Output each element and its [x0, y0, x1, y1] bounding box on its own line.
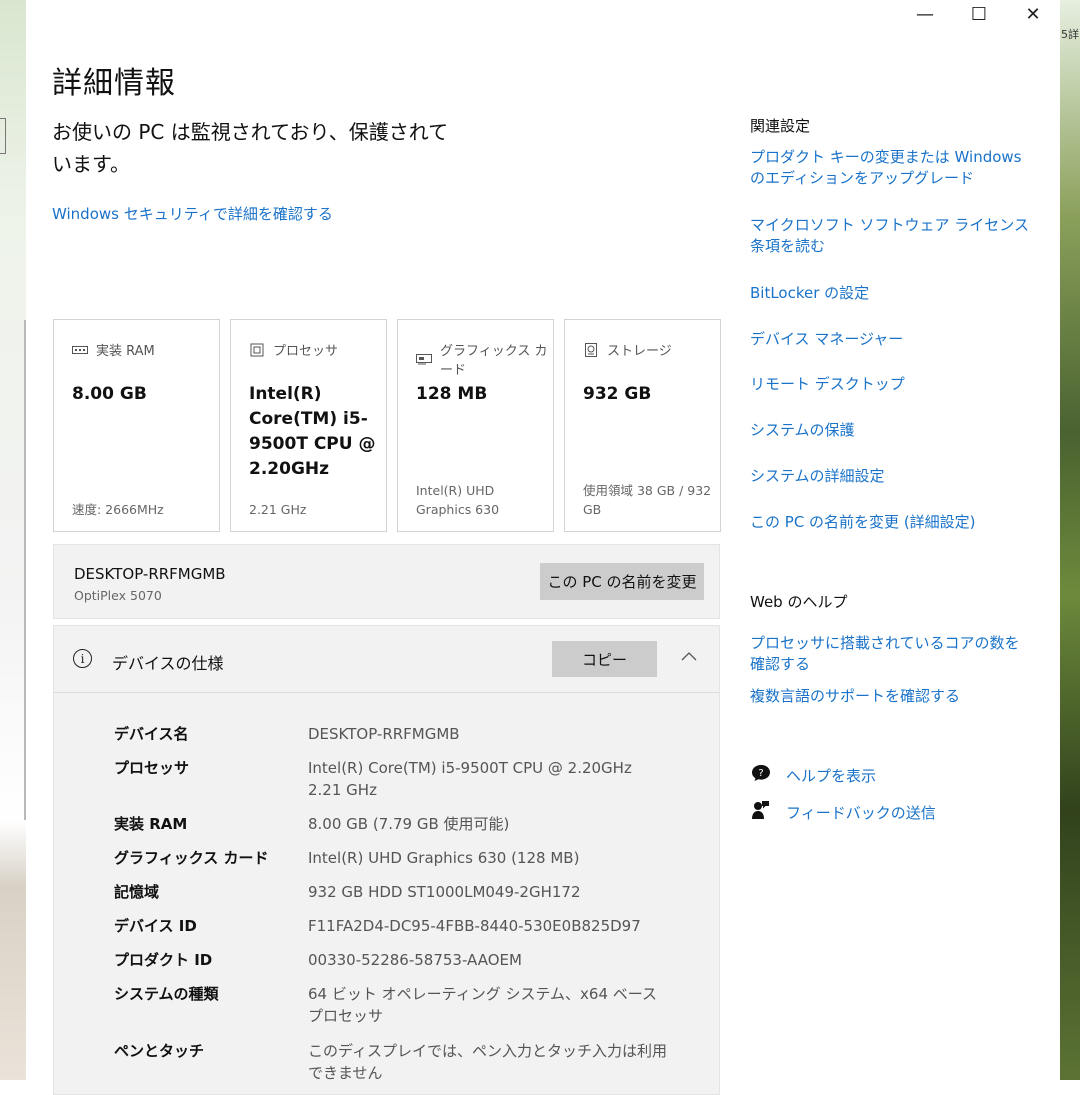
- card-label: ストレージ: [607, 344, 672, 359]
- card-label: 実装 RAM: [96, 344, 155, 359]
- card-value: Intel(R) Core(TM) i5-9500T CPU @ 2.20GHz: [249, 384, 376, 479]
- spec-label: プロダクト ID: [114, 951, 213, 969]
- settings-window: — ☐ ✕ 詳細情報 お使いの PC は監視されており、保護されています。 Wi…: [26, 0, 1060, 1095]
- help-chat-icon: ?: [750, 764, 772, 786]
- memory-icon: [72, 344, 88, 356]
- info-icon: i: [73, 649, 92, 668]
- maximize-button[interactable]: ☐: [952, 0, 1006, 28]
- spec-label: デバイス名: [114, 725, 189, 743]
- bitlocker-link[interactable]: BitLocker の設定: [750, 283, 1030, 304]
- pc-model: OptiPlex 5070: [74, 588, 162, 603]
- chevron-up-icon[interactable]: [681, 646, 697, 665]
- spec-label: デバイス ID: [114, 917, 197, 935]
- spec-value: Intel(R) Core(TM) i5-9500T CPU @ 2.20GHz…: [308, 759, 632, 799]
- minimize-button[interactable]: —: [898, 0, 952, 28]
- spec-cards: 実装 RAM 8.00 GB 速度: 2666MHz プロセッサ Intel(R…: [53, 319, 721, 532]
- close-button[interactable]: ✕: [1006, 0, 1060, 28]
- get-help-link[interactable]: ヘルプを表示: [786, 765, 876, 786]
- device-specs-panel: i デバイスの仕様 コピー デバイス名 DESKTOP-RRFMGMB プロセッ…: [53, 625, 720, 1095]
- spec-value: DESKTOP-RRFMGMB: [308, 725, 460, 743]
- spec-label: 実装 RAM: [114, 815, 188, 833]
- feedback-row[interactable]: フィードバックの送信: [750, 800, 936, 824]
- card-sub: 使用領域 38 GB / 932 GB: [583, 483, 712, 517]
- device-specs-header[interactable]: i デバイスの仕様 コピー: [54, 626, 719, 693]
- graphics-card: グラフィックス カード 128 MB Intel(R) UHD Graphics…: [397, 319, 554, 532]
- rename-pc-advanced-link[interactable]: この PC の名前を変更 (詳細設定): [750, 512, 1030, 533]
- card-sub: 2.21 GHz: [249, 502, 307, 517]
- spec-label: ペンとタッチ: [114, 1042, 205, 1060]
- protection-status: お使いの PC は監視されており、保護されています。: [52, 120, 449, 176]
- processor-card: プロセッサ Intel(R) Core(TM) i5-9500T CPU @ 2…: [230, 319, 387, 532]
- spec-value: Intel(R) UHD Graphics 630 (128 MB): [308, 849, 580, 867]
- card-sub: 速度: 2666MHz: [72, 502, 164, 517]
- related-settings-heading: 関連設定: [750, 117, 811, 135]
- pc-name: DESKTOP-RRFMGMB: [74, 565, 226, 583]
- card-value: 8.00 GB: [72, 384, 147, 404]
- processor-icon: [249, 343, 265, 356]
- language-support-link[interactable]: 複数言語のサポートを確認する: [750, 686, 1030, 707]
- background-window-edge: [0, 118, 6, 154]
- svg-text:?: ?: [758, 768, 763, 779]
- license-terms-link[interactable]: マイクロソフト ソフトウェア ライセンス条項を読む: [750, 215, 1030, 257]
- upgrade-edition-link[interactable]: プロダクト キーの変更または Windows のエディションをアップグレード: [750, 147, 1030, 189]
- get-help-row[interactable]: ? ヘルプを表示: [750, 764, 876, 786]
- spec-value: このディスプレイでは、ペン入力とタッチ入力は利用できません: [308, 1042, 667, 1082]
- card-label: グラフィックス カード: [440, 344, 548, 378]
- device-manager-link[interactable]: デバイス マネージャー: [750, 329, 1030, 350]
- spec-value: 8.00 GB (7.79 GB 使用可能): [308, 815, 510, 833]
- spec-label: グラフィックス カード: [114, 849, 269, 867]
- card-value: 932 GB: [583, 384, 652, 404]
- send-feedback-link[interactable]: フィードバックの送信: [786, 802, 936, 823]
- graphics-card-icon: [416, 353, 432, 365]
- spec-label: プロセッサ: [114, 759, 190, 777]
- storage-card: ストレージ 932 GB 使用領域 38 GB / 932 GB: [564, 319, 721, 532]
- ram-card: 実装 RAM 8.00 GB 速度: 2666MHz: [53, 319, 220, 532]
- desktop-background-left: [0, 0, 26, 1080]
- system-protection-link[interactable]: システムの保護: [750, 420, 1030, 441]
- spec-value: F11FA2D4-DC95-4FBB-8440-530E0B825D97: [308, 917, 641, 935]
- processor-cores-link[interactable]: プロセッサに搭載されているコアの数を確認する: [750, 633, 1030, 675]
- card-value: 128 MB: [416, 384, 488, 404]
- background-window-text: 5詳: [1061, 28, 1079, 41]
- spec-label: 記憶域: [114, 883, 160, 901]
- spec-value: 932 GB HDD ST1000LM049-2GH172: [308, 883, 581, 901]
- device-specs-title: デバイスの仕様: [112, 654, 224, 673]
- spec-label: システムの種類: [114, 985, 219, 1003]
- remote-desktop-link[interactable]: リモート デスクトップ: [750, 374, 1030, 395]
- web-help-heading: Web のヘルプ: [750, 593, 848, 611]
- page-title: 詳細情報: [52, 66, 176, 101]
- copy-button[interactable]: コピー: [552, 641, 657, 677]
- advanced-system-settings-link[interactable]: システムの詳細設定: [750, 466, 1030, 487]
- spec-value: 00330-52286-58753-AAOEM: [308, 951, 522, 969]
- pc-name-panel: DESKTOP-RRFMGMB OptiPlex 5070 この PC の名前を…: [53, 544, 720, 619]
- spec-value: 64 ビット オペレーティング システム、x64 ベース プロセッサ: [308, 985, 658, 1025]
- card-sub: Intel(R) UHD Graphics 630: [416, 483, 500, 517]
- feedback-icon: [750, 800, 772, 824]
- desktop-background-right: 5詳: [1060, 0, 1080, 1080]
- storage-icon: [583, 342, 599, 357]
- rename-pc-button[interactable]: この PC の名前を変更: [540, 563, 704, 600]
- card-label: プロセッサ: [273, 344, 339, 359]
- security-details-link[interactable]: Windows セキュリティで詳細を確認する: [52, 203, 333, 224]
